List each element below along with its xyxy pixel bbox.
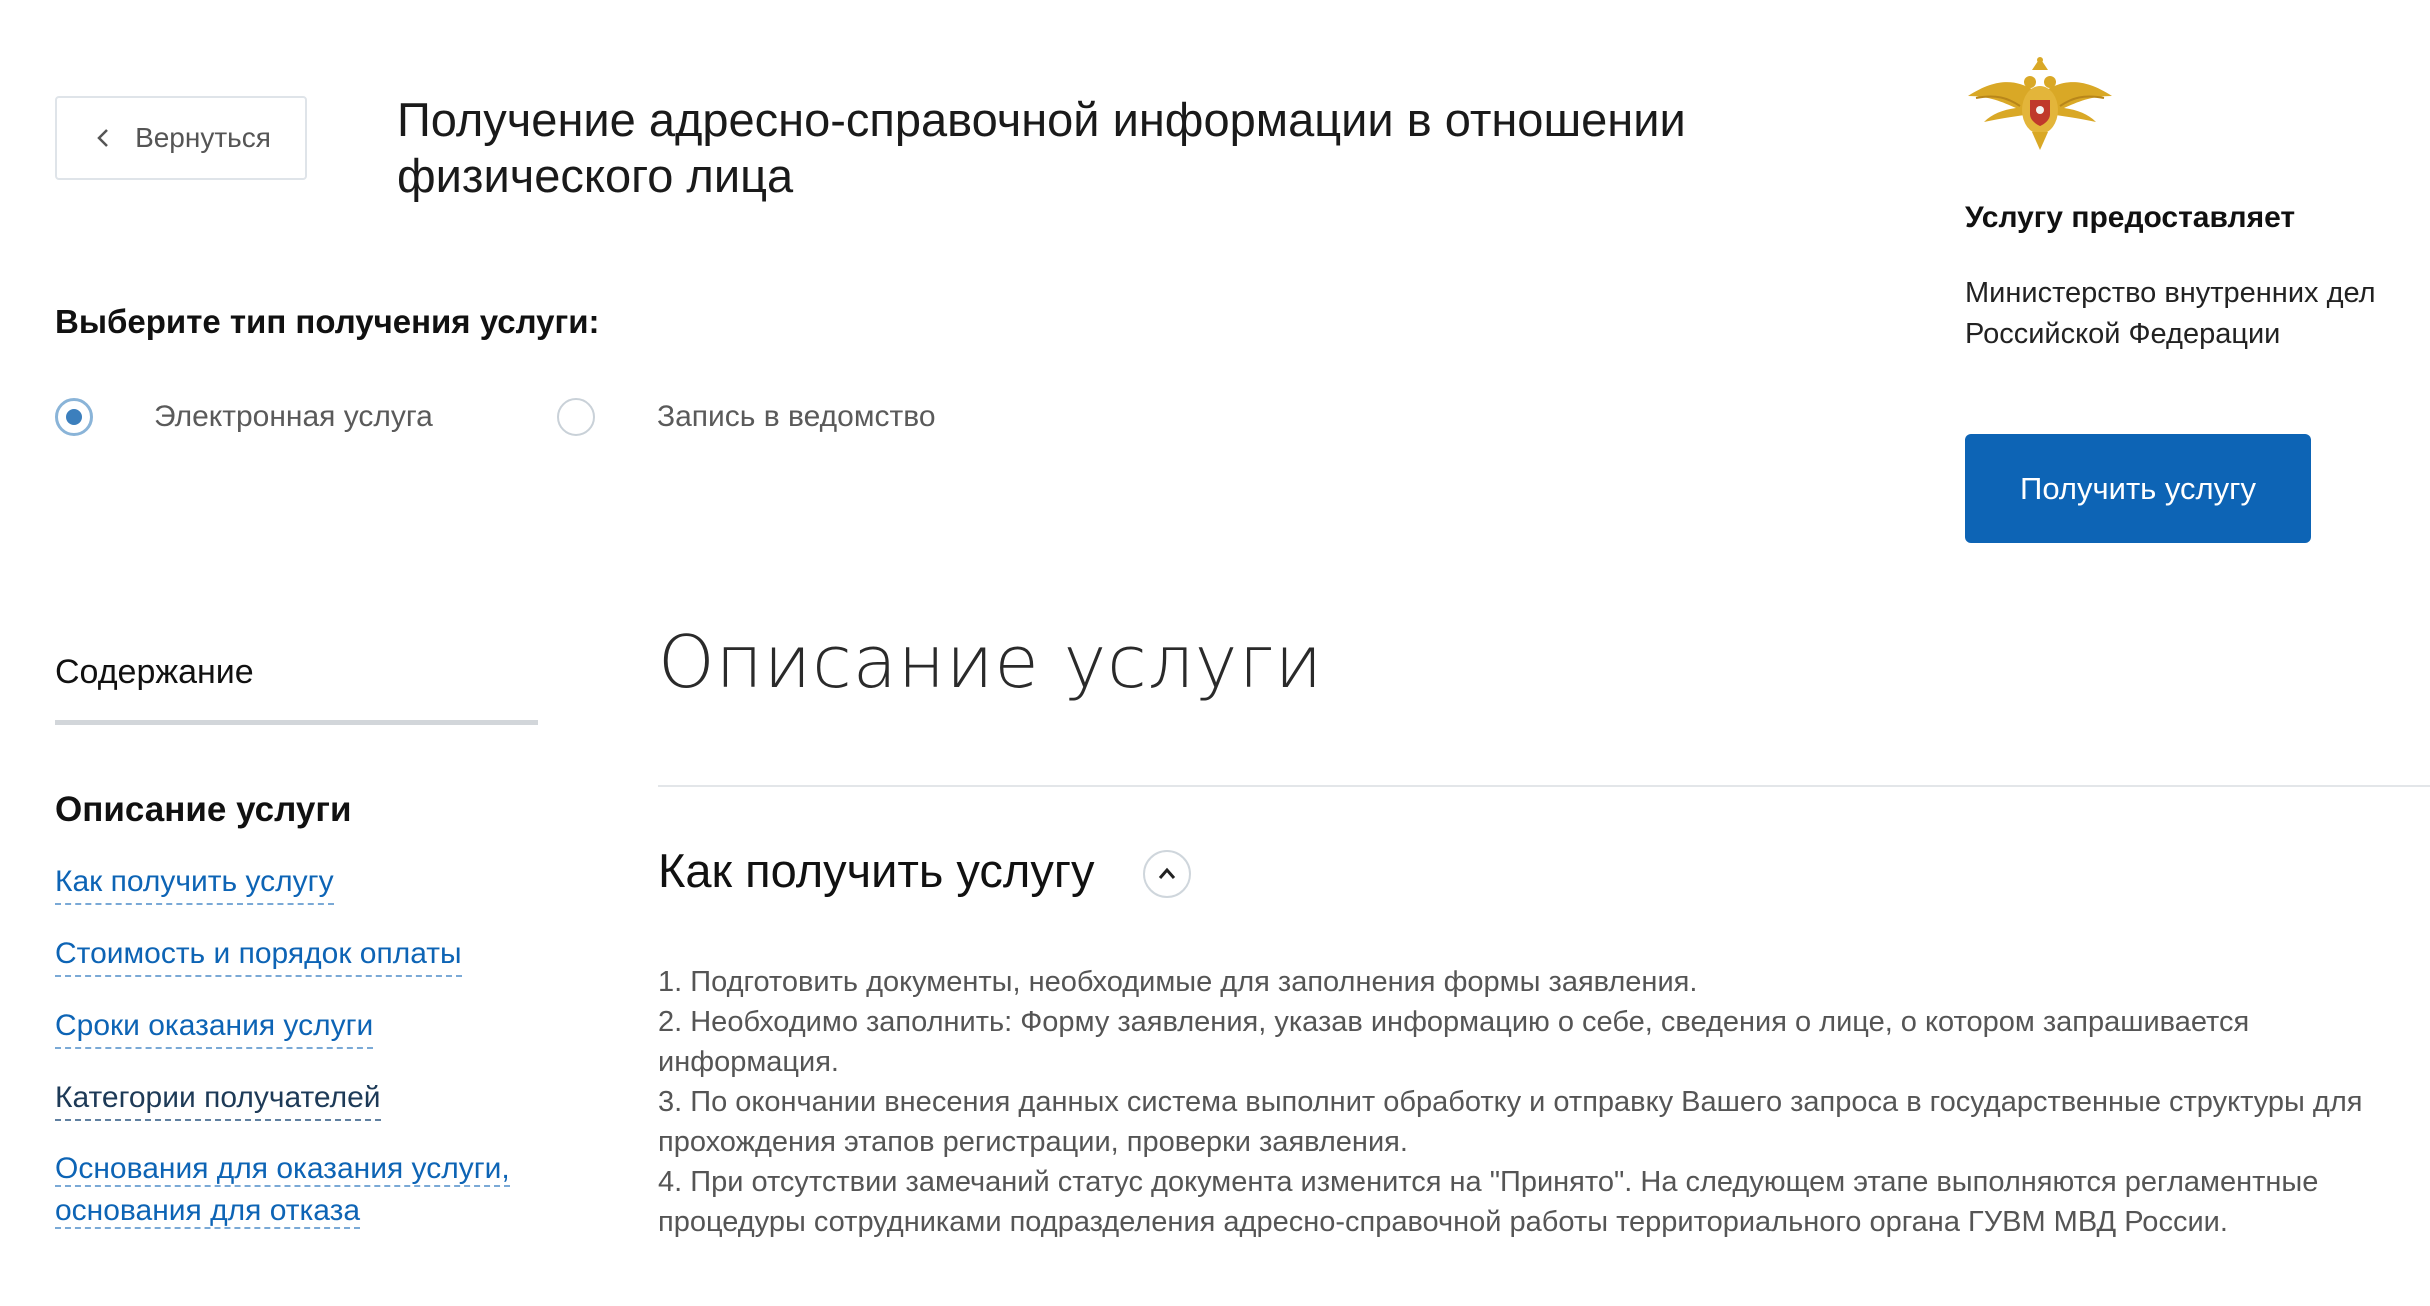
back-button-label: Вернуться — [135, 122, 271, 153]
step-item: 2. Необходимо заполнить: Форму заявления… — [658, 1006, 2250, 1078]
toc-link-grounds-line1: Основания для оказания услуги, — [55, 1152, 510, 1187]
eagle-emblem-icon — [1968, 57, 2112, 150]
toc-title: Содержание — [55, 653, 254, 691]
collapse-button[interactable] — [1143, 850, 1191, 898]
toc-link-grounds[interactable]: Основания для оказания услуги, основания… — [55, 1148, 535, 1232]
service-type-label: Выберите тип получения услуги: — [55, 303, 600, 340]
toc-link-recipients[interactable]: Категории получателей — [55, 1077, 381, 1121]
chevron-up-icon — [1158, 867, 1176, 879]
toc-link-grounds-line2: основания для отказа — [55, 1194, 361, 1229]
toc-link-cost[interactable]: Стоимость и порядок оплаты — [55, 933, 462, 977]
chevron-left-icon — [97, 129, 108, 147]
provider-name: Министерство внутренних дел Российской Ф… — [1965, 277, 2376, 350]
back-button[interactable]: Вернуться — [55, 96, 307, 180]
section-divider — [658, 785, 2430, 787]
steps-list: 1. Подготовить документы, необходимые дл… — [658, 962, 2398, 1242]
step-item: 1. Подготовить документы, необходимые дл… — [658, 966, 1698, 998]
radio-electronic-service[interactable] — [55, 398, 93, 436]
get-service-button[interactable]: Получить услугу — [1965, 434, 2311, 543]
toc-divider — [55, 720, 538, 725]
page-title: Получение адресно-справочной информации … — [397, 93, 1686, 202]
step-item: 4. При отсутствии замечаний статус докум… — [658, 1166, 2319, 1238]
radio-electronic-service-label[interactable]: Электронная услуга — [154, 400, 433, 434]
toc-current-item: Описание услуги — [55, 790, 352, 829]
provider-label: Услугу предоставляет — [1965, 201, 2296, 234]
section-title: Описание услуги — [658, 620, 1324, 704]
subsection-title: Как получить услугу — [658, 844, 1095, 897]
toc-link-terms[interactable]: Сроки оказания услуги — [55, 1005, 374, 1049]
radio-agency-appointment-label[interactable]: Запись в ведомство — [657, 400, 936, 434]
toc-link-how-to-get[interactable]: Как получить услугу — [55, 861, 334, 905]
step-item: 3. По окончании внесения данных система … — [658, 1086, 2363, 1158]
radio-agency-appointment[interactable] — [557, 398, 595, 436]
